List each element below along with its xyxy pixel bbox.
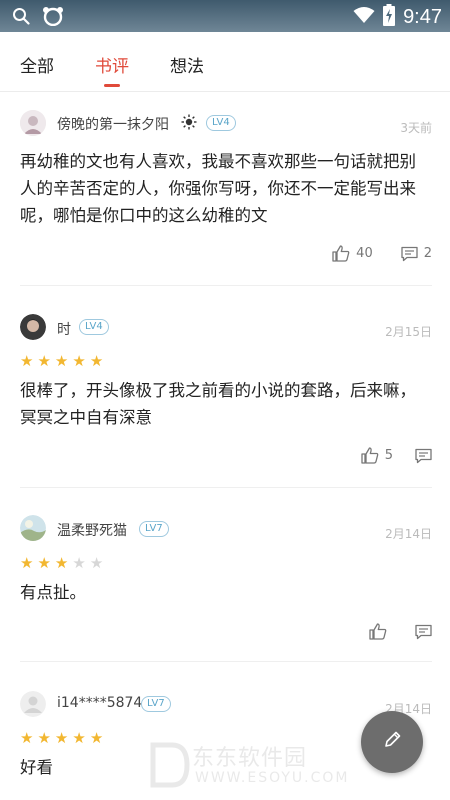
pencil-icon xyxy=(381,729,403,755)
star-icon: ★ xyxy=(37,352,51,370)
username[interactable]: 温柔野死猫 xyxy=(57,520,127,540)
star-icon: ★ xyxy=(89,729,104,747)
level-badge: LV4 xyxy=(79,319,109,335)
status-time: 9:47 xyxy=(403,5,442,28)
star-icon: ★ xyxy=(37,729,51,747)
review-content: 很棒了，开头像极了我之前看的小说的套路，后来嘛，冥冥之中自有深意 xyxy=(20,381,416,427)
review-item[interactable]: 傍晚的第一抹夕阳 LV4 3天前 再幼稚的文也有人喜欢，我最不喜欢那些一句话就把… xyxy=(0,92,450,286)
star-icon: ★ xyxy=(20,352,34,370)
tab-all[interactable]: 全部 xyxy=(20,52,54,77)
post-date: 2月14日 xyxy=(385,527,432,541)
search-icon[interactable] xyxy=(12,7,30,29)
comment-icon[interactable] xyxy=(415,448,432,464)
star-icon: ★ xyxy=(20,729,34,747)
active-tab-indicator xyxy=(104,84,120,87)
username[interactable]: i14****5874 xyxy=(57,695,142,711)
level-badge: LV4 xyxy=(206,115,236,131)
star-icon: ★ xyxy=(72,352,86,370)
post-date: 2月15日 xyxy=(385,325,432,339)
star-icon: ★ xyxy=(54,554,69,572)
star-icon: ★ xyxy=(54,352,69,370)
tab-thoughts[interactable]: 想法 xyxy=(170,52,204,77)
like-count: 40 xyxy=(356,246,373,261)
star-empty-icon: ★ xyxy=(89,554,104,572)
level-badge: LV7 xyxy=(139,521,169,537)
comment-count: 2 xyxy=(423,246,432,261)
review-content: 有点扯。 xyxy=(20,583,86,602)
like-icon[interactable] xyxy=(369,623,387,640)
avatar[interactable] xyxy=(20,110,46,136)
username[interactable]: 时 xyxy=(57,319,71,339)
watermark: 东东软件园 WWW.ESOYU.COM xyxy=(150,738,350,793)
star-empty-icon: ★ xyxy=(72,554,86,572)
post-date: 3天前 xyxy=(400,121,432,135)
divider xyxy=(20,661,432,662)
star-rating: ★ ★ ★ ★ ★ xyxy=(20,354,103,369)
battery-charging-icon xyxy=(383,4,396,30)
level-badge: LV7 xyxy=(141,696,171,712)
review-item[interactable]: 温柔野死猫 LV7 2月14日 ★ ★ ★ ★ ★ 有点扯。 xyxy=(0,502,450,662)
sun-icon xyxy=(181,114,197,134)
write-review-button[interactable] xyxy=(361,711,423,773)
divider xyxy=(20,487,432,488)
like-icon[interactable] xyxy=(332,245,350,262)
avatar[interactable] xyxy=(20,691,46,717)
comment-icon[interactable] xyxy=(401,246,418,262)
avatar[interactable] xyxy=(20,314,46,340)
star-icon: ★ xyxy=(20,554,34,572)
wifi-icon xyxy=(353,6,375,28)
review-item[interactable]: 时 LV4 2月15日 ★ ★ ★ ★ ★ 很棒了，开头像极了我之前看的小说的套… xyxy=(0,300,450,488)
watermark-text: 东东软件园 xyxy=(192,746,308,771)
like-icon[interactable] xyxy=(361,447,379,464)
star-icon: ★ xyxy=(72,729,86,747)
like-count: 5 xyxy=(384,448,393,463)
watermark-url: WWW.ESOYU.COM xyxy=(195,770,350,786)
star-icon: ★ xyxy=(37,554,51,572)
status-bar: 9:47 xyxy=(0,0,450,32)
comment-icon[interactable] xyxy=(415,624,432,640)
app-logo-icon xyxy=(42,6,64,30)
star-icon: ★ xyxy=(89,352,104,370)
star-rating: ★ ★ ★ ★ ★ xyxy=(20,556,103,571)
star-rating: ★ ★ ★ ★ ★ xyxy=(20,731,103,746)
avatar[interactable] xyxy=(20,515,46,541)
username[interactable]: 傍晚的第一抹夕阳 xyxy=(57,114,169,134)
review-content: 再幼稚的文也有人喜欢，我最不喜欢那些一句话就把别人的辛苦否定的人，你强你写呀，你… xyxy=(20,152,416,225)
tab-bar: 全部 书评 想法 xyxy=(0,32,450,92)
tab-reviews[interactable]: 书评 xyxy=(95,52,129,77)
star-icon: ★ xyxy=(54,729,69,747)
divider xyxy=(20,285,432,286)
